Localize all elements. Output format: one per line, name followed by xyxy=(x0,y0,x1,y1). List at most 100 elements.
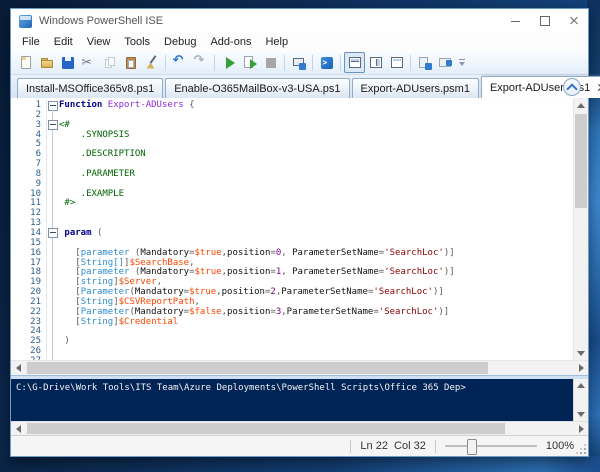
code-text: [String[]]$SearchBase, xyxy=(59,258,573,268)
zoom-slider-thumb[interactable] xyxy=(466,439,477,455)
close-button[interactable] xyxy=(559,9,588,33)
code-line-3[interactable]: 3 <# xyxy=(11,119,573,131)
line-number: 20 xyxy=(30,287,41,298)
zoom-slider-track[interactable] xyxy=(444,445,537,447)
code-line-14[interactable]: 14 param ( xyxy=(11,227,573,239)
zoom-slider[interactable] xyxy=(444,439,537,455)
scroll-down-arrow[interactable] xyxy=(574,408,588,421)
code-line-17[interactable]: 17 [String[]]$SearchBase, xyxy=(11,257,573,268)
menu-add-ons[interactable]: Add-ons xyxy=(203,33,258,51)
code-line-18[interactable]: 18 [parameter (Mandatory=$true,position=… xyxy=(11,267,573,277)
code-line-11[interactable]: 11 #> xyxy=(11,198,573,208)
show-script-pane-maximized-button[interactable] xyxy=(386,52,407,73)
code-line-13[interactable]: 13 xyxy=(11,218,573,228)
menu-file[interactable]: File xyxy=(15,33,47,51)
tab-enable-o365mailbox-v3-usa-ps1[interactable]: Enable-O365MailBox-v3-USA.ps1 xyxy=(165,78,350,98)
start-powershell-button[interactable] xyxy=(316,52,337,73)
scroll-left-arrow[interactable] xyxy=(11,361,25,375)
code-line-7[interactable]: 7 xyxy=(11,159,573,169)
redo-button[interactable] xyxy=(190,52,211,73)
fold-line xyxy=(52,346,53,356)
menu-tools[interactable]: Tools xyxy=(117,33,157,51)
tab-export-adusers-ps1[interactable]: Export-ADUsers.ps1 xyxy=(480,76,600,98)
token-op: [ xyxy=(59,296,81,307)
stop-operation-button[interactable] xyxy=(260,52,281,73)
code-line-8[interactable]: 8 .PARAMETER xyxy=(11,168,573,179)
resize-grip[interactable] xyxy=(584,452,586,454)
scroll-up-arrow[interactable] xyxy=(574,379,588,392)
code-line-26[interactable]: 26 xyxy=(11,346,573,356)
code-line-21[interactable]: 21 [String]$CSVReportPath, xyxy=(11,296,573,307)
console-pane[interactable]: C:\G-Drive\Work Tools\ITS Team\Azure Dep… xyxy=(11,379,588,421)
script-pane-collapse-button[interactable] xyxy=(563,78,581,96)
run-script-button[interactable] xyxy=(218,52,239,73)
fold-line xyxy=(52,267,53,278)
scroll-track[interactable] xyxy=(574,112,588,346)
open-script-button[interactable] xyxy=(36,52,57,73)
new-powershell-tab-button[interactable] xyxy=(414,52,435,73)
cut-button[interactable] xyxy=(78,52,99,73)
token-kw: Function xyxy=(59,100,103,110)
code-line-24[interactable]: 24 xyxy=(11,326,573,336)
clear-console-button[interactable] xyxy=(141,52,162,73)
code-line-2[interactable]: 2 xyxy=(11,109,573,120)
fold-collapse-icon[interactable] xyxy=(46,227,59,239)
minimize-button[interactable] xyxy=(501,9,530,33)
code-area[interactable]: 1 Function Export-ADUsers {2 3 <# 4 .SYNOPSI… xyxy=(11,98,573,360)
code-line-23[interactable]: 23 [String]$Credential xyxy=(11,316,573,327)
scroll-track[interactable] xyxy=(25,361,574,375)
new-script-button[interactable] xyxy=(15,52,36,73)
scroll-right-arrow[interactable] xyxy=(574,422,588,435)
menu-debug[interactable]: Debug xyxy=(157,33,203,51)
code-line-12[interactable]: 12 xyxy=(11,208,573,218)
code-line-25[interactable]: 25 ) xyxy=(11,336,573,346)
console-horizontal-scrollbar[interactable] xyxy=(11,421,588,435)
maximize-button[interactable] xyxy=(530,9,559,33)
scroll-left-arrow[interactable] xyxy=(11,422,25,435)
code-line-4[interactable]: 4 .SYNOPSIS xyxy=(11,129,573,140)
show-script-pane-right-button[interactable] xyxy=(365,52,386,73)
editor-horizontal-scrollbar[interactable] xyxy=(11,360,588,375)
scroll-up-arrow[interactable] xyxy=(574,98,588,112)
scroll-thumb[interactable] xyxy=(575,114,587,208)
console-vertical-scrollbar[interactable] xyxy=(573,379,588,421)
code-line-15[interactable]: 15 xyxy=(11,237,573,248)
tab-export-adusers-psm1[interactable]: Export-ADUsers.psm1 xyxy=(351,78,479,98)
code-line-22[interactable]: 22 [Parameter(Mandatory=$false,position=… xyxy=(11,306,573,317)
tab-install-msoffice365v8-ps1[interactable]: Install-MSOffice365v8.ps1 xyxy=(17,78,164,98)
show-script-pane-top-button[interactable] xyxy=(344,52,365,73)
code-line-10[interactable]: 10 .EXAMPLE xyxy=(11,188,573,199)
code-line-5[interactable]: 5 xyxy=(11,139,573,149)
script-editor[interactable]: 1 Function Export-ADUsers {2 3 <# 4 .SYNOPSI… xyxy=(11,98,588,360)
new-powershell-pane-button[interactable] xyxy=(435,52,456,73)
editor-vertical-scrollbar[interactable] xyxy=(573,98,588,360)
code-line-19[interactable]: 19 [string]$Server, xyxy=(11,277,573,287)
scroll-thumb[interactable] xyxy=(27,423,505,434)
line-number: 22 xyxy=(30,306,41,317)
code-line-9[interactable]: 9 xyxy=(11,178,573,189)
fold-collapse-icon[interactable] xyxy=(46,100,59,111)
menu-edit[interactable]: Edit xyxy=(47,33,80,51)
code-line-20[interactable]: 20 [Parameter(Mandatory=$true,position=2… xyxy=(11,287,573,297)
token-cm: .EXAMPLE xyxy=(59,188,125,199)
code-line-1[interactable]: 1 Function Export-ADUsers { xyxy=(11,100,573,111)
scroll-thumb[interactable] xyxy=(27,362,489,374)
toolbar-overflow-icon[interactable] xyxy=(458,58,466,68)
new-remote-powershell-tab-button[interactable] xyxy=(288,52,309,73)
paste-button[interactable] xyxy=(120,52,141,73)
fold-collapse-icon[interactable] xyxy=(46,119,59,131)
menu-view[interactable]: View xyxy=(80,33,118,51)
save-button[interactable] xyxy=(57,52,78,73)
scroll-right-arrow[interactable] xyxy=(574,361,588,375)
scroll-track[interactable] xyxy=(25,422,574,435)
menu-help[interactable]: Help xyxy=(258,33,295,51)
run-selection-button[interactable] xyxy=(239,52,260,73)
console-prompt[interactable]: C:\G-Drive\Work Tools\ITS Team\Azure Dep… xyxy=(11,379,588,397)
undo-button[interactable] xyxy=(169,52,190,73)
code-line-16[interactable]: 16 [parameter (Mandatory=$true,position=… xyxy=(11,247,573,258)
scroll-down-arrow[interactable] xyxy=(574,346,588,360)
copy-button[interactable] xyxy=(99,52,120,73)
code-line-6[interactable]: 6 .DESCRIPTION xyxy=(11,149,573,159)
token-cm: #> xyxy=(59,198,76,209)
tab-label: Enable-O365MailBox-v3-USA.ps1 xyxy=(174,82,341,95)
